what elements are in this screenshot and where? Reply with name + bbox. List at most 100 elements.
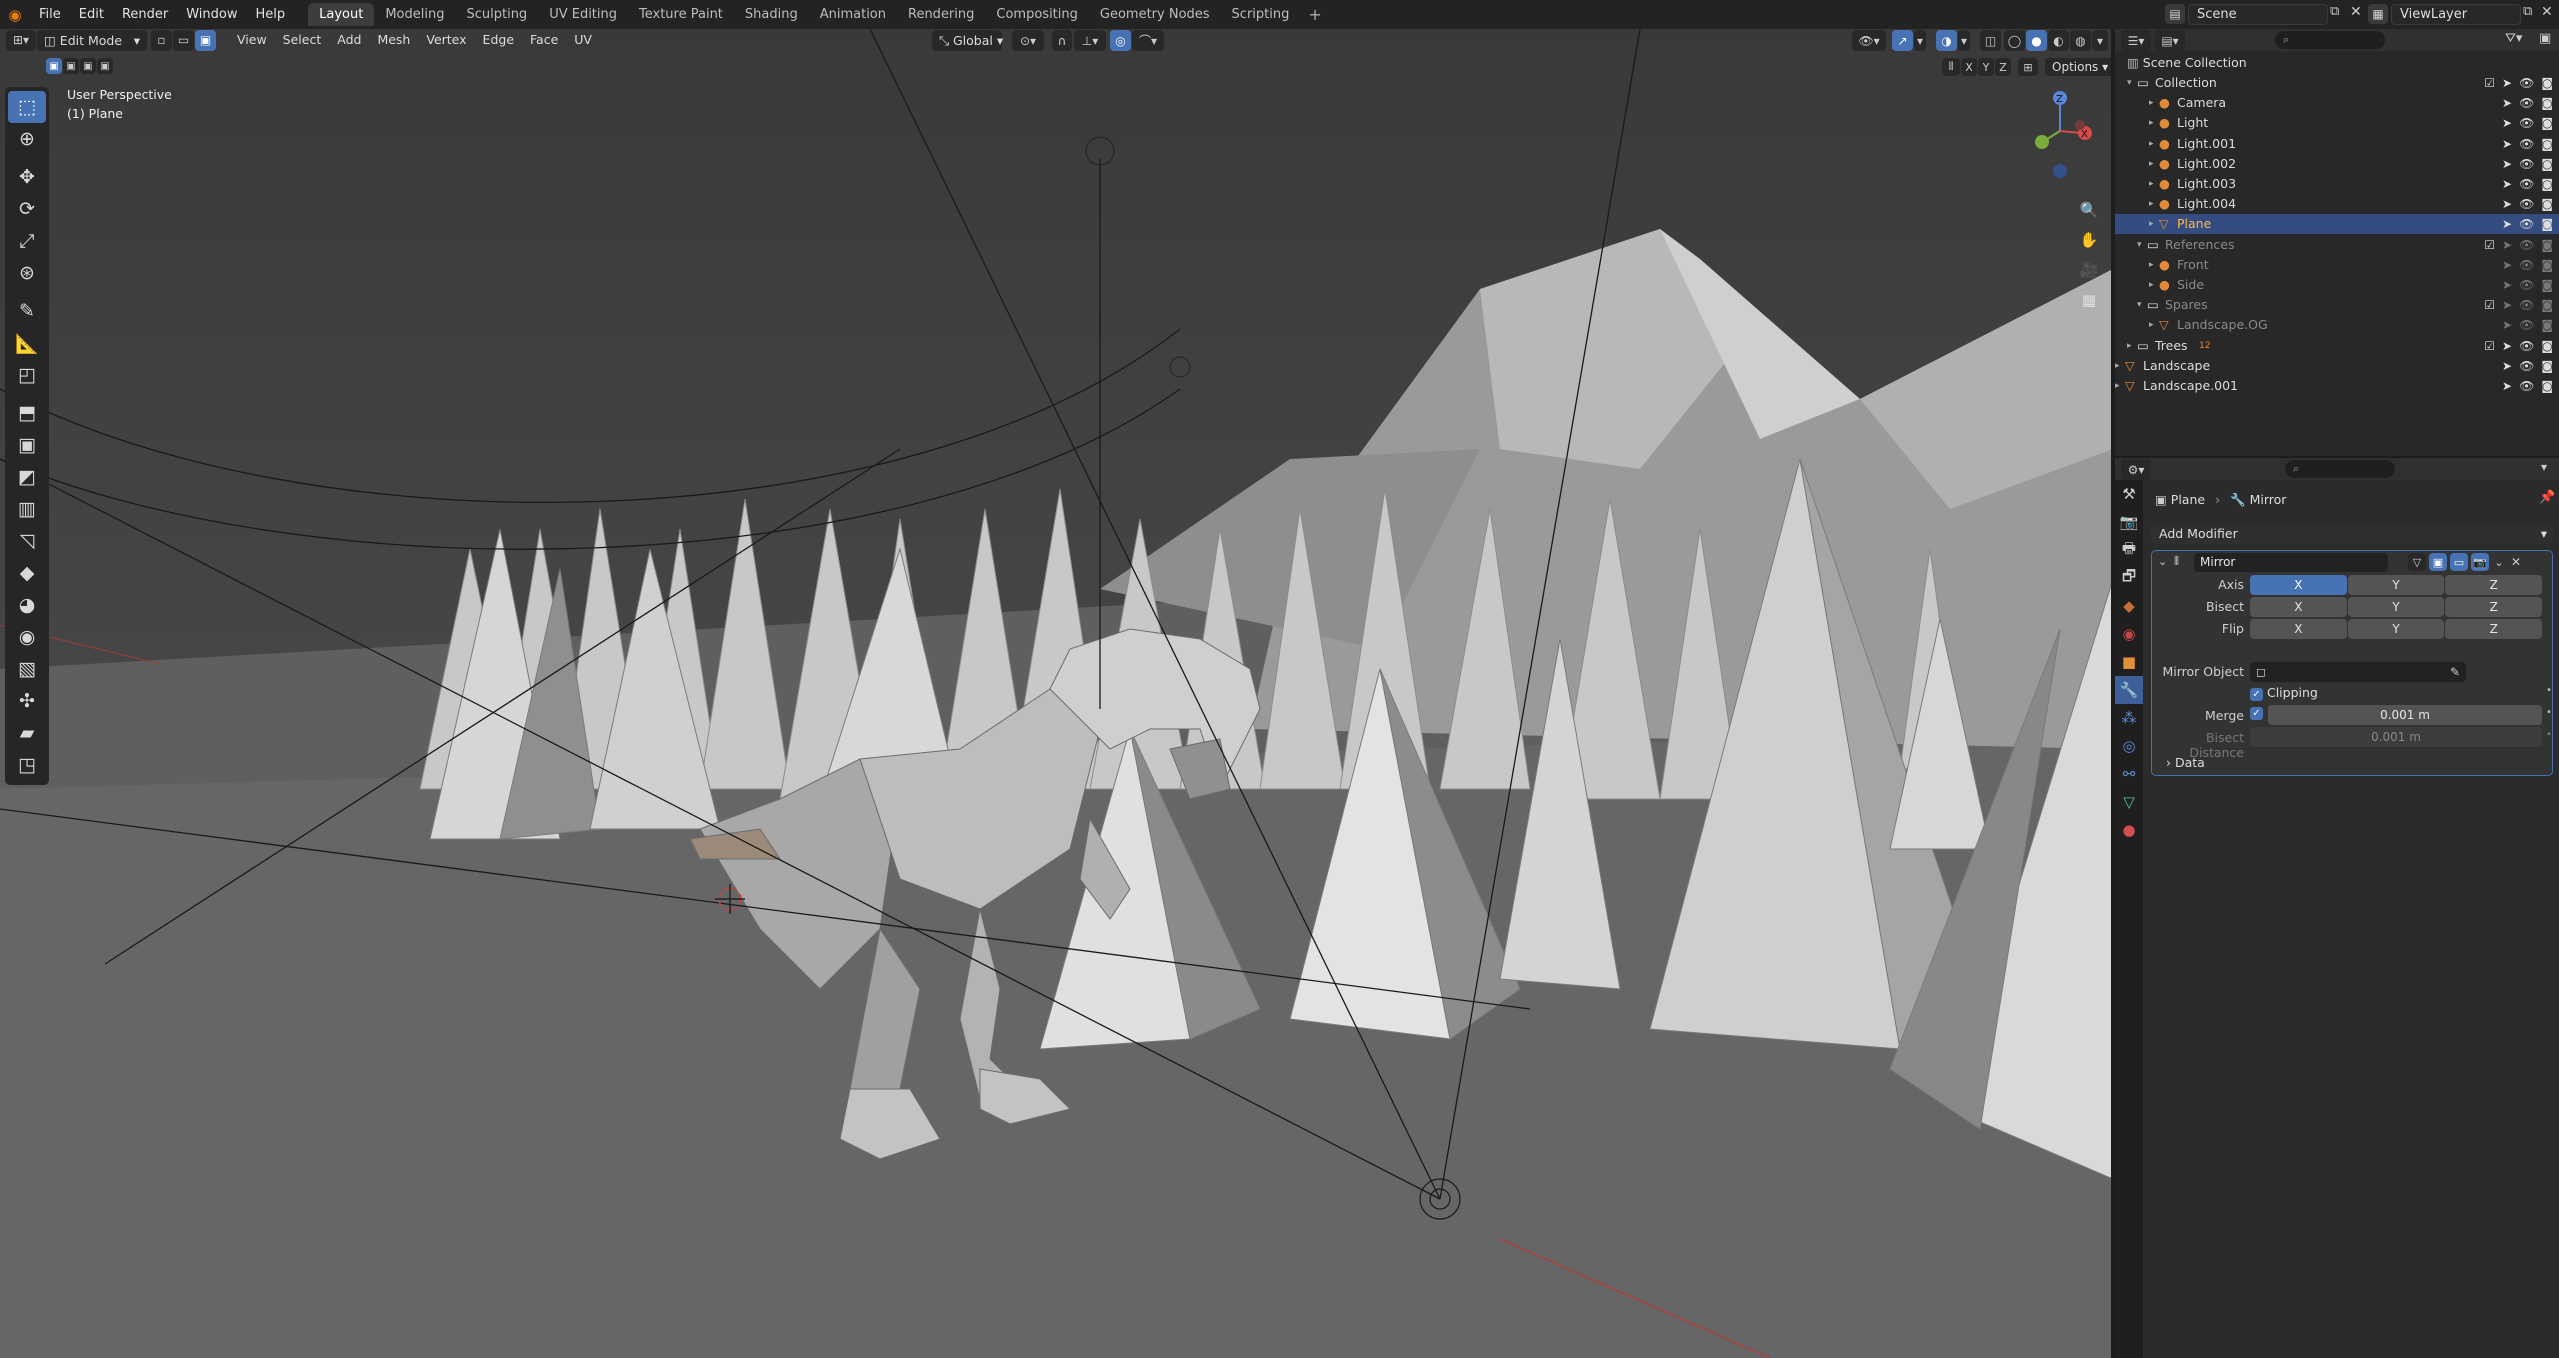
modifier-tab-icon[interactable]: 🔧	[2115, 676, 2143, 704]
viewlayer-field[interactable]: ViewLayer	[2391, 4, 2521, 25]
pin-icon[interactable]: 📌	[2539, 490, 2555, 505]
axis-z-toggle[interactable]: Z	[2445, 575, 2543, 595]
select-box-tool-icon[interactable]: ⬚	[8, 91, 46, 123]
mirror-object-field[interactable]: ◻ ✎	[2250, 662, 2466, 682]
constraints-tab-icon[interactable]: ⚯	[2115, 760, 2143, 788]
flip-z-toggle[interactable]: Z	[2445, 619, 2543, 639]
flip-x-toggle[interactable]: X	[2250, 619, 2347, 639]
outliner-row-spares[interactable]: ▾ ▭ Spares ☑ ➤ 👁 ◙	[2115, 295, 2559, 315]
add-cube-tool-icon[interactable]: ◰	[8, 359, 46, 391]
disclosure-triangle-icon[interactable]: ▸	[2115, 356, 2120, 376]
on-cage-icon[interactable]: ▽	[2408, 553, 2426, 571]
delete-scene-icon[interactable]: ✕	[2350, 4, 2368, 24]
navigation-gizmo[interactable]: Z X	[2010, 81, 2110, 201]
eye-icon[interactable]: 👁	[2519, 315, 2534, 335]
edge-select-icon[interactable]: ▭	[173, 29, 194, 51]
pan-hand-icon[interactable]: ✋	[2078, 231, 2100, 253]
disclosure-triangle-icon[interactable]: ▸	[2149, 93, 2154, 113]
outliner-search-input[interactable]: ⌕	[2275, 31, 2385, 49]
outliner-row-light-002[interactable]: ▸ ● Light.002 ➤ 👁 ◙	[2115, 154, 2559, 174]
select-arrow-icon[interactable]: ➤	[2502, 93, 2512, 113]
render-tab-icon[interactable]: 📷	[2115, 508, 2143, 536]
transform-tool-icon[interactable]: ⊛	[8, 257, 46, 289]
bisect-y-toggle[interactable]: Y	[2347, 597, 2445, 617]
disclosure-triangle-icon[interactable]: ▸	[2149, 214, 2154, 234]
mirror-x-toggle[interactable]: X	[1961, 58, 1977, 76]
viewlayer-browse-icon[interactable]: ▦	[2368, 4, 2388, 24]
disclosure-triangle-icon[interactable]: ▸	[2149, 315, 2154, 335]
menu-edge[interactable]: Edge	[475, 29, 522, 51]
physics-tab-icon[interactable]: ◎	[2115, 732, 2143, 760]
camera-render-icon[interactable]: ◙	[2541, 356, 2553, 376]
gizmo-y-axis[interactable]	[2035, 135, 2049, 149]
checkbox-checked-icon[interactable]: ✓	[2250, 688, 2263, 701]
tab-animation[interactable]: Animation	[809, 3, 897, 26]
select-arrow-icon[interactable]: ➤	[2502, 255, 2512, 275]
disclosure-triangle-icon[interactable]: ▸	[2149, 134, 2154, 154]
measure-tool-icon[interactable]: 📐	[8, 327, 46, 359]
tab-layout[interactable]: Layout	[308, 3, 375, 26]
outliner-row-collection[interactable]: ▾ ▭ Collection ☑ ➤ 👁 ◙	[2115, 73, 2559, 93]
tab-modeling[interactable]: Modeling	[374, 3, 455, 26]
collection-include-checkbox[interactable]: ☑	[2484, 295, 2495, 315]
eye-icon[interactable]: 👁	[2519, 134, 2534, 154]
disclosure-triangle-icon[interactable]: ▸	[2127, 336, 2132, 356]
menu-add[interactable]: Add	[329, 29, 369, 51]
move-tool-icon[interactable]: ✥	[8, 161, 46, 193]
data-subpanel-header[interactable]: › Data	[2166, 755, 2205, 770]
camera-render-icon[interactable]: ◙	[2541, 194, 2553, 214]
select-arrow-icon[interactable]: ➤	[2502, 113, 2512, 133]
gizmo-dropdown-icon[interactable]: ▾	[1914, 30, 1926, 51]
outliner-row-light-003[interactable]: ▸ ● Light.003 ➤ 👁 ◙	[2115, 174, 2559, 194]
vertex-select-icon[interactable]: ▫	[151, 29, 172, 51]
merge-distance-field[interactable]: 0.001 m	[2268, 705, 2542, 725]
collapse-chevron-icon[interactable]: ⌄	[2158, 555, 2167, 568]
viewport-scene[interactable]	[0, 29, 2113, 1358]
shear-tool-icon[interactable]: ▰	[8, 717, 46, 749]
select-arrow-icon[interactable]: ➤	[2502, 235, 2512, 255]
menu-window[interactable]: Window	[177, 0, 246, 29]
axis-y-toggle[interactable]: Y	[2347, 575, 2445, 595]
options-dropdown[interactable]: Options ▾	[2045, 58, 2111, 76]
scene-tab-icon[interactable]: ◆	[2115, 592, 2143, 620]
snap-magnet-icon[interactable]: ∩	[1052, 30, 1072, 51]
outliner-row-side[interactable]: ▸ ● Side ➤ 👁 ◙	[2115, 275, 2559, 295]
outliner-row-landscape[interactable]: ▸ ▽ Landscape ➤ 👁 ◙	[2115, 356, 2559, 376]
menu-vertex[interactable]: Vertex	[418, 29, 474, 51]
select-arrow-icon[interactable]: ➤	[2502, 315, 2512, 335]
bisect-x-toggle[interactable]: X	[2250, 597, 2347, 617]
outliner-row-landscape-og[interactable]: ▸ ▽ Landscape.OG ➤ 👁 ◙	[2115, 315, 2559, 335]
select-invert-icon[interactable]: ▣	[97, 58, 113, 74]
outliner-editor-type-icon[interactable]: ☰▾	[2121, 30, 2151, 51]
wireframe-shading-icon[interactable]: ◯	[2004, 30, 2025, 51]
outliner-row-light[interactable]: ▸ ● Light ➤ 👁 ◙	[2115, 113, 2559, 133]
select-arrow-icon[interactable]: ➤	[2502, 134, 2512, 154]
rip-tool-icon[interactable]: ◳	[8, 749, 46, 781]
disclosure-triangle-icon[interactable]: ▾	[2137, 235, 2142, 255]
select-arrow-icon[interactable]: ➤	[2502, 336, 2512, 356]
scene-browse-icon[interactable]: ▤	[2165, 4, 2185, 24]
tab-shading[interactable]: Shading	[734, 3, 809, 26]
outliner-root[interactable]: ▥ Scene Collection	[2115, 53, 2559, 73]
rendered-shading-icon[interactable]: ◍	[2070, 30, 2091, 51]
outliner-row-plane[interactable]: ▸ ▽ Plane ➤ 👁 ◙	[2115, 214, 2559, 235]
flip-y-toggle[interactable]: Y	[2347, 619, 2445, 639]
edge-slide-tool-icon[interactable]: ▧	[8, 653, 46, 685]
spin-tool-icon[interactable]: ◕	[8, 589, 46, 621]
mode-dropdown[interactable]: ◫ Edit Mode ▾	[37, 29, 147, 51]
extrude-tool-icon[interactable]: ⬒	[8, 397, 46, 429]
bisect-distance-field[interactable]: 0.001 m	[2250, 727, 2542, 747]
camera-render-icon[interactable]: ◙	[2541, 376, 2553, 396]
outliner-row-front[interactable]: ▸ ● Front ➤ 👁 ◙	[2115, 255, 2559, 275]
proportional-edit-icon[interactable]: ◎	[1110, 30, 1131, 51]
material-shading-icon[interactable]: ◐	[2048, 30, 2069, 51]
eye-icon[interactable]: 👁	[2519, 255, 2534, 275]
select-extend-icon[interactable]: ▣	[63, 58, 79, 74]
tab-sculpting[interactable]: Sculpting	[455, 3, 538, 26]
shading-dropdown-icon[interactable]: ▾	[2092, 30, 2108, 51]
select-subtract-icon[interactable]: ▣	[80, 58, 96, 74]
menu-uv[interactable]: UV	[566, 29, 600, 51]
eye-icon[interactable]: 👁	[2519, 174, 2534, 194]
snap-target-icon[interactable]: ⊥▾	[1074, 30, 1106, 51]
collection-include-checkbox[interactable]: ☑	[2484, 73, 2495, 93]
